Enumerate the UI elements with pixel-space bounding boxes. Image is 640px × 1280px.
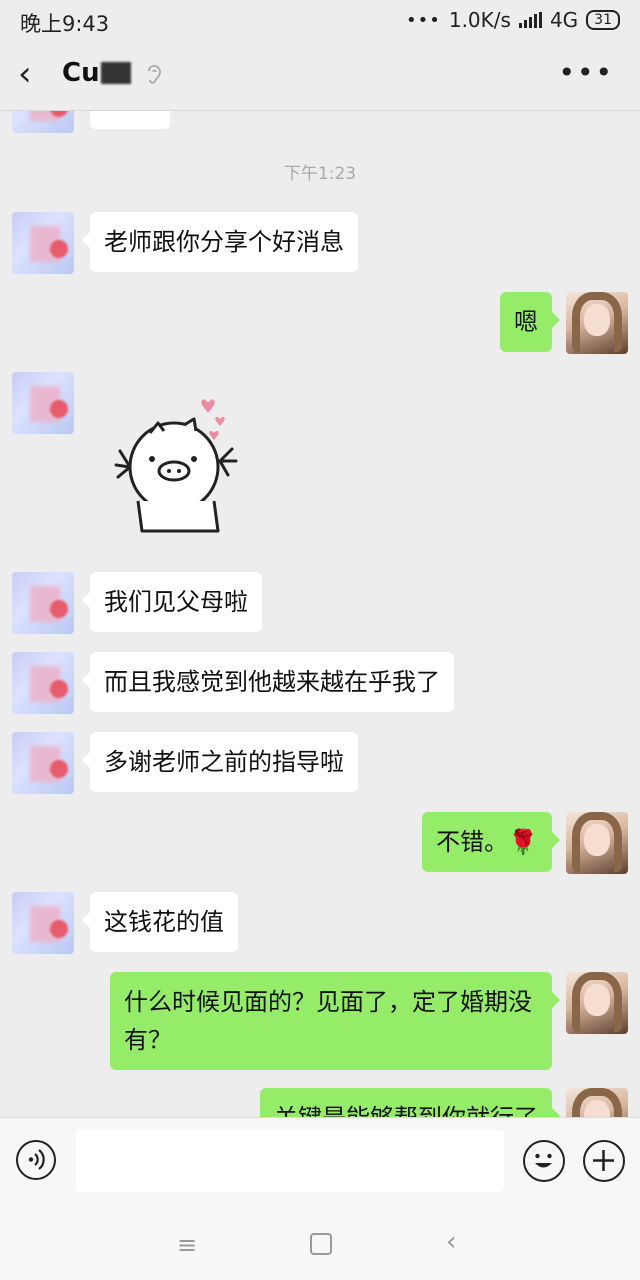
status-time: 晚上9:43	[20, 12, 110, 36]
plus-icon[interactable]	[583, 1140, 625, 1182]
system-back-icon[interactable]: ‹	[446, 1227, 456, 1257]
chat-header: ‹ Cu •••	[0, 42, 640, 111]
message-bubble-received[interactable]: 老师跟你分享个好消息	[82, 212, 358, 272]
more-options-icon[interactable]: •••	[558, 56, 614, 89]
contact-avatar[interactable]	[12, 212, 74, 274]
home-icon[interactable]	[310, 1233, 332, 1255]
message-bubble-partial	[90, 111, 170, 129]
contact-avatar[interactable]	[12, 111, 74, 133]
pig-sticker-icon[interactable]	[108, 389, 248, 539]
user-avatar[interactable]	[566, 292, 628, 354]
message-bubble-sent[interactable]: 嗯	[500, 292, 560, 352]
message-bubble-sent[interactable]: 关键是能够帮到你就行了	[260, 1088, 560, 1117]
chat-title-text: Cu	[62, 58, 100, 88]
back-icon[interactable]: ‹	[18, 54, 32, 94]
contact-avatar[interactable]	[12, 652, 74, 714]
contact-avatar[interactable]	[12, 732, 74, 794]
emoji-icon[interactable]	[523, 1140, 565, 1182]
chat-area[interactable]: 下午1:23 老师跟你分享个好消息 嗯 我们见父母啦 而且我感觉到他越来越在乎我…	[0, 111, 640, 1117]
status-indicators: ••• 1.0K/s 4G 31	[406, 8, 620, 32]
battery-icon: 31	[586, 10, 620, 30]
network-speed: 1.0K/s	[448, 8, 511, 32]
message-input[interactable]	[76, 1130, 504, 1192]
earpiece-mode-icon	[148, 65, 161, 84]
message-bubble-sent[interactable]: 不错。🌹	[422, 812, 560, 872]
status-bar: 晚上9:43 ••• 1.0K/s 4G 31	[0, 0, 640, 42]
status-dots: •••	[405, 9, 441, 31]
contact-avatar[interactable]	[12, 572, 74, 634]
input-bar	[0, 1117, 640, 1204]
message-timestamp: 下午1:23	[283, 164, 357, 184]
message-bubble-received[interactable]: 多谢老师之前的指导啦	[82, 732, 358, 792]
network-type: 4G	[549, 8, 579, 32]
chat-title: Cu	[62, 58, 131, 88]
message-bubble-received[interactable]: 这钱花的值	[82, 892, 238, 952]
contact-avatar[interactable]	[12, 892, 74, 954]
contact-avatar[interactable]	[12, 372, 74, 434]
voice-icon[interactable]	[16, 1140, 56, 1180]
menu-icon[interactable]: ≡	[177, 1231, 197, 1259]
message-bubble-sent[interactable]: 什么时候见面的？见面了，定了婚期没有？	[110, 972, 560, 1070]
message-bubble-received[interactable]: 而且我感觉到他越来越在乎我了	[82, 652, 454, 712]
system-navigation: ≡ ‹	[0, 1203, 640, 1280]
user-avatar[interactable]	[566, 972, 628, 1034]
message-bubble-received[interactable]: 我们见父母啦	[82, 572, 262, 632]
user-avatar[interactable]	[566, 812, 628, 874]
redacted-name	[100, 62, 131, 84]
user-avatar[interactable]	[566, 1088, 628, 1117]
signal-icon	[518, 12, 542, 28]
